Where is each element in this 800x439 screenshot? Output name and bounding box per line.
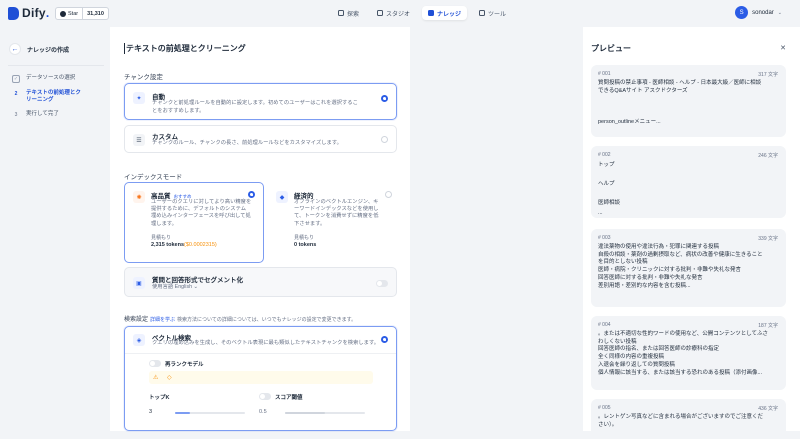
nav-tools[interactable]: ツール [473,6,512,20]
top-navigation-bar: Dify. Star 31,310 探索 スタジオ ナレッジ ツール S son… [0,0,800,27]
score-threshold-label: スコア閾値 [275,395,303,401]
rerank-label: 再ランクモデル [165,362,204,368]
step-list: ✓ データソースの選択 2 テキストの前処理とクリーニング 3 実行して完了 [12,75,84,126]
rerank-toggle[interactable] [149,360,161,367]
preview-chunk: # 004 187 文字 。または不適切な性的ワードの使用など、公開コンテンツと… [591,316,786,390]
index-mode-high-quality[interactable]: ✺ 高品質 おすすめ ユーザーのクエリに対してより高い精度を 提供するために、デフ… [124,182,264,263]
qa-icon: ▣ [133,277,145,289]
cube-icon: ◇ [167,375,172,381]
warning-icon: ⚠ [153,375,159,381]
sparkle-icon: ✦ [133,92,145,104]
dify-logo-mark-icon [8,6,19,20]
search-note: 検索方法についての詳細については、いつでもナレッジの設定で変更できます。 [177,317,357,323]
nav-knowledge[interactable]: ナレッジ [422,6,468,20]
preview-chunk: # 003 339 文字 違法薬物の使用や違法行為・犯罪に関連する投稿 自殺の相… [591,229,786,307]
radio-auto[interactable] [381,95,388,102]
star-icon: ✺ [133,191,145,203]
knowledge-icon [428,10,435,16]
avatar: S [735,6,749,19]
rerank-model-select[interactable]: ⚠ ◇ [149,371,373,384]
index-mode-economy[interactable]: ◆ 経済的 オフラインのベクトルエンジン、キ ーワードインデックスなどを使用し … [269,182,397,263]
chunk-mode-auto[interactable]: ✦ 自動 チャンクと前処理ルールを自動的に設定します。初めてのユーザーはこれを選… [124,83,397,120]
preview-chunk: # 001 317 文字 質問投稿の禁止事項 - 医師相談 - ヘルプ - 日本… [591,65,786,137]
radio-custom[interactable] [381,136,388,143]
chevron-down-icon: ⌄ [777,9,782,16]
dify-logo[interactable]: Dify. [8,6,50,20]
preview-title: プレビュー [591,44,631,53]
user-menu[interactable]: S sonodar ⌄ [735,6,782,19]
vector-search-option[interactable]: ◈ ベクトル検索 クエリの埋め込みを生成し、そのベクトル表現に最も類似したテキス… [124,326,397,431]
language-select[interactable]: 使用言語 English ⌄ [152,284,198,292]
github-star-count: 31,310 [87,10,104,17]
gutter [410,27,583,431]
qa-toggle[interactable] [376,280,388,287]
qa-segment-option: ▣ 質問と回答形式でセグメント化 使用言語 English ⌄ [124,267,397,297]
compass-icon [338,10,344,16]
score-threshold-value[interactable]: 0.5 [259,409,267,415]
logo-text: Dify [22,6,46,20]
chunk-settings-label: チャンク設定 [124,74,163,81]
github-star-button[interactable]: Star 31,310 [55,7,109,20]
radio-economy[interactable] [385,191,392,198]
index-mode-label: インデックスモード [124,174,183,181]
github-star-label: Star [68,10,79,17]
main-nav: 探索 スタジオ ナレッジ ツール [332,6,512,20]
search-settings-label: 検索設定 [124,317,149,323]
nav-studio[interactable]: スタジオ [371,6,416,20]
step-preprocess[interactable]: 2 テキストの前処理とクリーニング [12,90,84,104]
page-title: テキストの前処理とクリーニング [124,43,246,54]
preview-panel: プレビュー ✕ # 001 317 文字 質問投稿の禁止事項 - 医師相談 - … [583,27,800,439]
topk-label: トップK [149,395,170,401]
preview-chunk: # 005 436 文字 。レントゲン写真などに含まれる場合がございますのでご注… [591,399,786,439]
user-name: sonodar [752,9,774,16]
chunk-mode-custom[interactable]: ☰ カスタム チャンクのルール、チャンクの長さ、前処理ルールなどをカスタマイズし… [124,125,397,153]
vector-icon: ◈ [133,334,145,346]
step-data-source[interactable]: ✓ データソースの選択 [12,75,84,83]
radio-vector-search[interactable] [381,336,388,343]
preview-chunk: # 002 246 文字 トップ ヘルプ 医師相談 ... [591,146,786,218]
topk-value[interactable]: 3 [149,409,152,415]
divider [8,65,104,66]
score-threshold-toggle[interactable] [259,393,271,400]
close-icon[interactable]: ✕ [780,44,786,52]
score-threshold-slider[interactable] [285,412,365,414]
sliders-icon: ☰ [133,134,145,146]
topk-slider[interactable] [175,412,245,414]
studio-icon [377,10,384,16]
learn-more-link[interactable]: 詳細を学ぶ [150,317,175,323]
tools-icon [479,10,486,16]
check-icon: ✓ [12,75,20,83]
back-arrow-icon[interactable]: ← [9,43,21,55]
radio-high-quality[interactable] [248,191,255,198]
settings-panel: テキストの前処理とクリーニング チャンク設定 ✦ 自動 チャンクと前処理ルールを… [110,27,410,431]
coin-icon: ◆ [276,191,288,203]
nav-explore[interactable]: 探索 [332,6,365,20]
create-knowledge-sidebar: ← ナレッジの作成 ✓ データソースの選択 2 テキストの前処理とクリーニング 3実… [0,27,110,431]
github-icon [60,10,66,17]
step-execute: 3 実行して完了 [14,111,59,118]
sidebar-title: ナレッジの作成 [27,47,70,54]
